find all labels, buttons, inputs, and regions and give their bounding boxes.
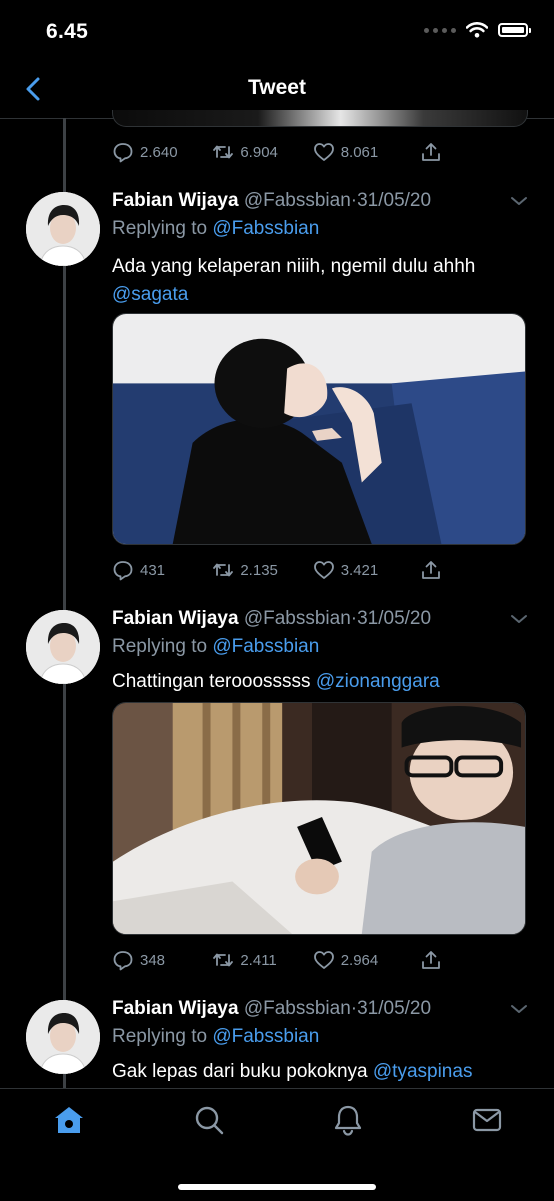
retweet-button[interactable]: 6.904 [212,141,312,163]
tweet-body: Gak lepas dari buku pokoknya [112,1061,368,1082]
tweet-body: Chattingan terooosssss [112,671,311,692]
retweet-count: 6.904 [240,143,278,161]
tweet-text: Ada yang kelaperan niiih, ngemil dulu ah… [112,253,532,309]
retweet-button[interactable]: 2.411 [212,949,312,971]
avatar[interactable] [26,610,100,684]
share-icon [422,951,440,969]
like-button[interactable]: 3.421 [313,559,420,581]
share-icon [422,561,440,579]
home-icon [55,1107,83,1133]
tweet-text: Gak lepas dari buku pokoknya @tyaspinas [112,1058,532,1086]
status-time: 6.45 [46,20,89,43]
tab-notifications[interactable] [331,1103,365,1137]
profile-photo [26,610,100,684]
like-count: 2.964 [340,951,379,969]
replying-prefix: Replying to [112,636,208,657]
previous-tweet-actions: 2.640 6.904 8.061 [112,140,442,164]
tweet-header: Fabian Wijaya @Fabssbian·31/05/20 [112,190,431,212]
reply-button[interactable]: 348 [112,949,212,971]
tweet-image[interactable] [112,702,526,935]
like-count: 8.061 [340,143,379,161]
retweet-icon [213,953,234,967]
tab-messages[interactable] [470,1103,504,1137]
profile-photo [26,192,100,266]
replying-to-link[interactable]: @Fabssbian [212,218,319,239]
reply-count: 431 [140,561,166,579]
replying-to: Replying to @Fabssbian [112,218,319,240]
tweet-date: 31/05/20 [357,190,432,211]
tweet-date: 31/05/20 [357,608,432,629]
search-icon [195,1106,224,1135]
battery-icon [498,23,531,37]
mention-link[interactable]: @tyaspinas [373,1061,473,1082]
profile-photo [26,1000,100,1074]
mention-link[interactable]: @sagata [112,284,188,305]
replying-to: Replying to @Fabssbian [112,636,319,658]
like-button[interactable]: 8.061 [313,141,420,163]
chevron-down-icon[interactable] [509,194,529,208]
retweet-count: 2.411 [240,951,277,969]
chevron-down-icon[interactable] [509,612,529,626]
retweet-icon [213,563,234,577]
reply-count: 2.640 [140,143,178,161]
like-button[interactable]: 2.964 [313,949,420,971]
tweet-body: Ada yang kelaperan niiih, ngemil dulu ah… [112,256,476,277]
replying-prefix: Replying to [112,1026,208,1047]
home-indicator[interactable] [178,1184,376,1190]
tweet-date: 31/05/20 [357,998,432,1019]
tweet-image[interactable] [112,313,526,545]
retweet-icon [213,145,234,159]
tab-home[interactable] [52,1103,86,1137]
share-button[interactable] [420,559,442,581]
tweet-actions: 431 2.135 3.421 [112,558,442,582]
reply-icon [113,951,133,971]
display-name[interactable]: Fabian Wijaya [112,998,239,1019]
photo [113,314,525,544]
messages-icon [472,1108,502,1132]
tweet-text: Chattingan terooosssss @zionanggara [112,668,532,696]
reply-button[interactable]: 431 [112,559,212,581]
photo [113,703,525,934]
heart-icon [313,951,334,969]
replying-prefix: Replying to [112,218,208,239]
replying-to: Replying to @Fabssbian [112,1026,319,1048]
reply-button[interactable]: 2.640 [112,141,212,163]
heart-icon [313,143,334,161]
avatar[interactable] [26,1000,100,1074]
handle: @Fabssbian [243,608,351,629]
mention-link[interactable]: @zionanggara [316,671,440,692]
share-icon [422,143,440,161]
handle: @Fabssbian [243,190,351,211]
heart-icon [313,561,334,579]
cellular-signal-icon [424,27,456,33]
replying-to-link[interactable]: @Fabssbian [212,636,319,657]
replying-to-link[interactable]: @Fabssbian [212,1026,319,1047]
status-bar: 6.45 [0,0,554,64]
retweet-button[interactable]: 2.135 [212,559,312,581]
reply-icon [113,143,133,163]
display-name[interactable]: Fabian Wijaya [112,190,239,211]
reply-count: 348 [140,951,166,969]
status-icons [424,22,531,38]
avatar[interactable] [26,192,100,266]
tweet-header: Fabian Wijaya @Fabssbian·31/05/20 [112,998,431,1020]
notifications-icon [334,1105,362,1136]
tab-search[interactable] [192,1103,226,1137]
page-title: Tweet [248,76,306,99]
display-name[interactable]: Fabian Wijaya [112,608,239,629]
share-button[interactable] [420,949,442,971]
tweet-header: Fabian Wijaya @Fabssbian·31/05/20 [112,608,431,630]
wifi-icon [466,22,488,38]
handle: @Fabssbian [243,998,351,1019]
like-count: 3.421 [340,561,379,579]
previous-tweet-media[interactable] [112,110,528,127]
chevron-down-icon[interactable] [509,1002,529,1016]
share-button[interactable] [420,141,442,163]
reply-icon [113,561,133,581]
retweet-count: 2.135 [240,561,278,579]
tweet-actions: 348 2.411 2.964 [112,948,442,972]
